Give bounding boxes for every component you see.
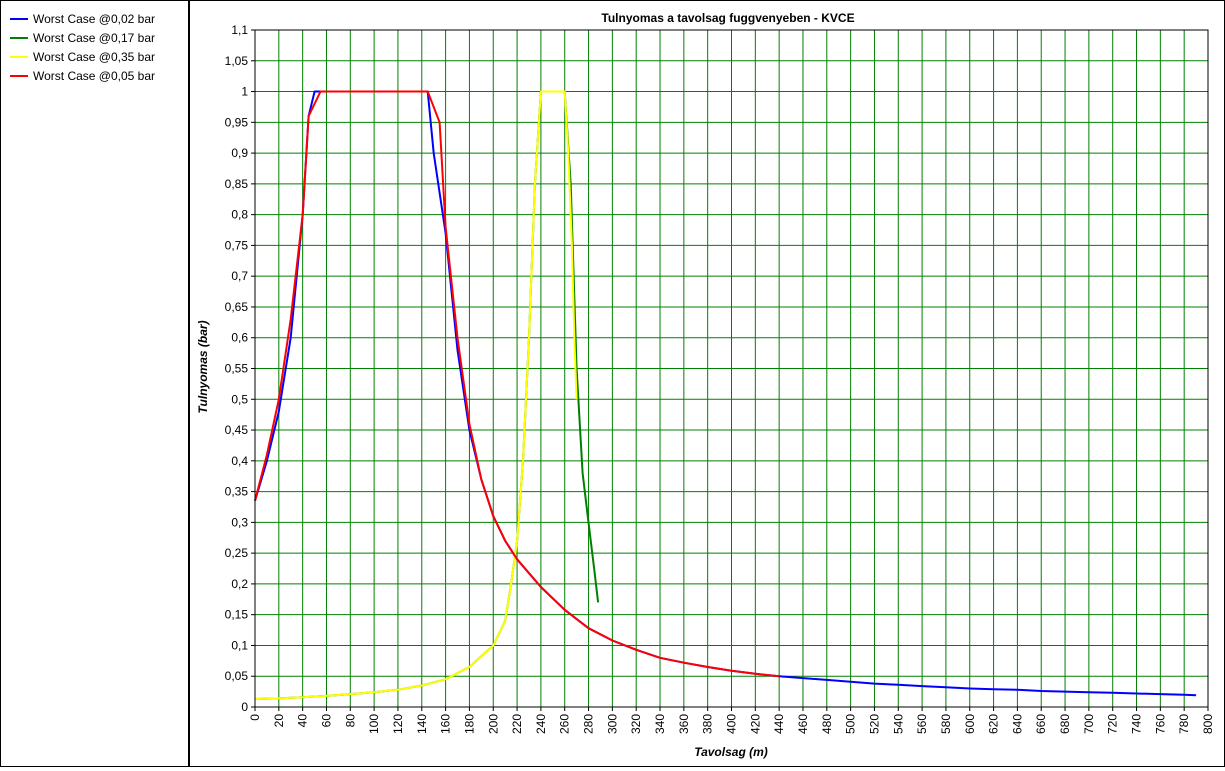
x-tick-label: 260 <box>558 714 572 734</box>
grid <box>251 29 1209 711</box>
legend-item: Worst Case @0,02 bar <box>10 9 155 28</box>
x-tick-label: 380 <box>701 714 715 734</box>
x-tick-label: 780 <box>1177 714 1191 734</box>
x-tick-label: 40 <box>296 714 310 728</box>
y-tick-labels: 0 0,05 0,1 0,15 0,2 0,25 0,3 0,35 0,4 0,45 0,5 0,55… <box>225 23 249 714</box>
series-line <box>254 90 578 700</box>
y-tick-label: 0,5 <box>231 392 248 406</box>
y-tick-label: 1 <box>241 85 248 99</box>
legend-item: Worst Case @0,35 bar <box>10 47 155 66</box>
x-tick-label: 180 <box>462 714 476 734</box>
y-tick-label: 0,7 <box>231 269 248 283</box>
x-tick-label: 80 <box>343 714 357 728</box>
legend-swatch <box>10 17 28 20</box>
y-tick-label: 0,45 <box>225 423 249 437</box>
y-tick-label: 1,05 <box>225 54 249 68</box>
y-tick-label: 0,85 <box>225 177 249 191</box>
y-tick-label: 0,95 <box>225 115 249 129</box>
x-tick-label: 20 <box>272 714 286 728</box>
legend-swatch <box>10 74 28 77</box>
x-tick-label: 560 <box>915 714 929 734</box>
x-tick-label: 700 <box>1082 714 1096 734</box>
x-tick-label: 400 <box>725 714 739 734</box>
x-tick-label: 200 <box>486 714 500 734</box>
x-tick-label: 100 <box>367 714 381 734</box>
x-tick-label: 120 <box>391 714 405 734</box>
x-tick-label: 60 <box>319 714 333 728</box>
x-tick-label: 760 <box>1153 714 1167 734</box>
x-tick-label: 280 <box>582 714 596 734</box>
x-tick-label: 440 <box>772 714 786 734</box>
series-line <box>254 90 600 700</box>
x-tick-label: 0 <box>248 714 262 721</box>
x-tick-label: 720 <box>1106 714 1120 734</box>
x-tick-label: 240 <box>534 714 548 734</box>
x-tick-label: 160 <box>439 714 453 734</box>
series-lines <box>254 90 1197 700</box>
x-tick-label: 800 <box>1201 714 1215 734</box>
x-tick-label: 540 <box>891 714 905 734</box>
x-tick-label: 680 <box>1058 714 1072 734</box>
series-line <box>254 90 1197 697</box>
x-tick-label: 500 <box>844 714 858 734</box>
y-tick-label: 0,05 <box>225 669 249 683</box>
y-tick-label: 0,8 <box>231 208 248 222</box>
x-tick-label: 740 <box>1130 714 1144 734</box>
line-chart: 0 0,05 0,1 0,15 0,2 0,25 0,3 0,35 0,4 0,45 0,5 0,55… <box>196 11 1215 759</box>
x-tick-labels: 0 20 40 60 80 100 120 140 160 180 200 220 240 260 280 3… <box>248 714 1215 734</box>
x-tick-label: 340 <box>653 714 667 734</box>
y-tick-label: 0,25 <box>225 546 249 560</box>
x-tick-label: 480 <box>820 714 834 734</box>
legend-item: Worst Case @0,17 bar <box>10 28 155 47</box>
x-tick-label: 660 <box>1034 714 1048 734</box>
y-axis-label: Tulnyomas (bar) <box>196 320 210 413</box>
legend-label: Worst Case @0,35 bar <box>33 49 156 64</box>
y-tick-label: 0 <box>241 700 248 714</box>
chart-title: Tulnyomas a tavolsag fuggvenyeben - KVCE <box>601 11 854 25</box>
x-tick-label: 220 <box>510 714 524 734</box>
y-tick-label: 0,9 <box>231 146 248 160</box>
y-tick-label: 0,4 <box>231 454 248 468</box>
legend-item: Worst Case @0,05 bar <box>10 66 155 85</box>
x-tick-label: 140 <box>415 714 429 734</box>
y-tick-label: 0,6 <box>231 331 248 345</box>
y-tick-label: 0,75 <box>225 238 249 252</box>
y-tick-label: 0,2 <box>231 577 248 591</box>
y-tick-label: 1,1 <box>231 23 248 37</box>
y-tick-label: 0,3 <box>231 515 248 529</box>
legend-label: Worst Case @0,02 bar <box>33 11 156 26</box>
x-tick-label: 640 <box>1010 714 1024 734</box>
x-tick-label: 360 <box>677 714 691 734</box>
x-tick-label: 580 <box>939 714 953 734</box>
x-tick-label: 520 <box>867 714 881 734</box>
x-tick-label: 420 <box>748 714 762 734</box>
y-tick-label: 0,15 <box>225 608 249 622</box>
x-tick-label: 460 <box>796 714 810 734</box>
x-axis-label: Tavolsag (m) <box>694 745 768 759</box>
legend-label: Worst Case @0,17 bar <box>33 30 156 45</box>
legend-swatch <box>10 55 28 58</box>
legend-label: Worst Case @0,05 bar <box>33 68 156 83</box>
legend-swatch <box>10 36 28 39</box>
x-tick-label: 600 <box>963 714 977 734</box>
x-tick-label: 300 <box>605 714 619 734</box>
y-tick-label: 0,1 <box>231 638 248 652</box>
y-tick-label: 0,55 <box>225 362 249 376</box>
chart-panel: 0 0,05 0,1 0,15 0,2 0,25 0,3 0,35 0,4 0,45 0,5 0,55… <box>189 0 1225 767</box>
legend: Worst Case @0,02 bar Worst Case @0,17 ba… <box>0 0 189 767</box>
x-tick-label: 320 <box>629 714 643 734</box>
y-tick-label: 0,65 <box>225 300 249 314</box>
y-tick-label: 0,35 <box>225 485 249 499</box>
x-tick-label: 620 <box>987 714 1001 734</box>
